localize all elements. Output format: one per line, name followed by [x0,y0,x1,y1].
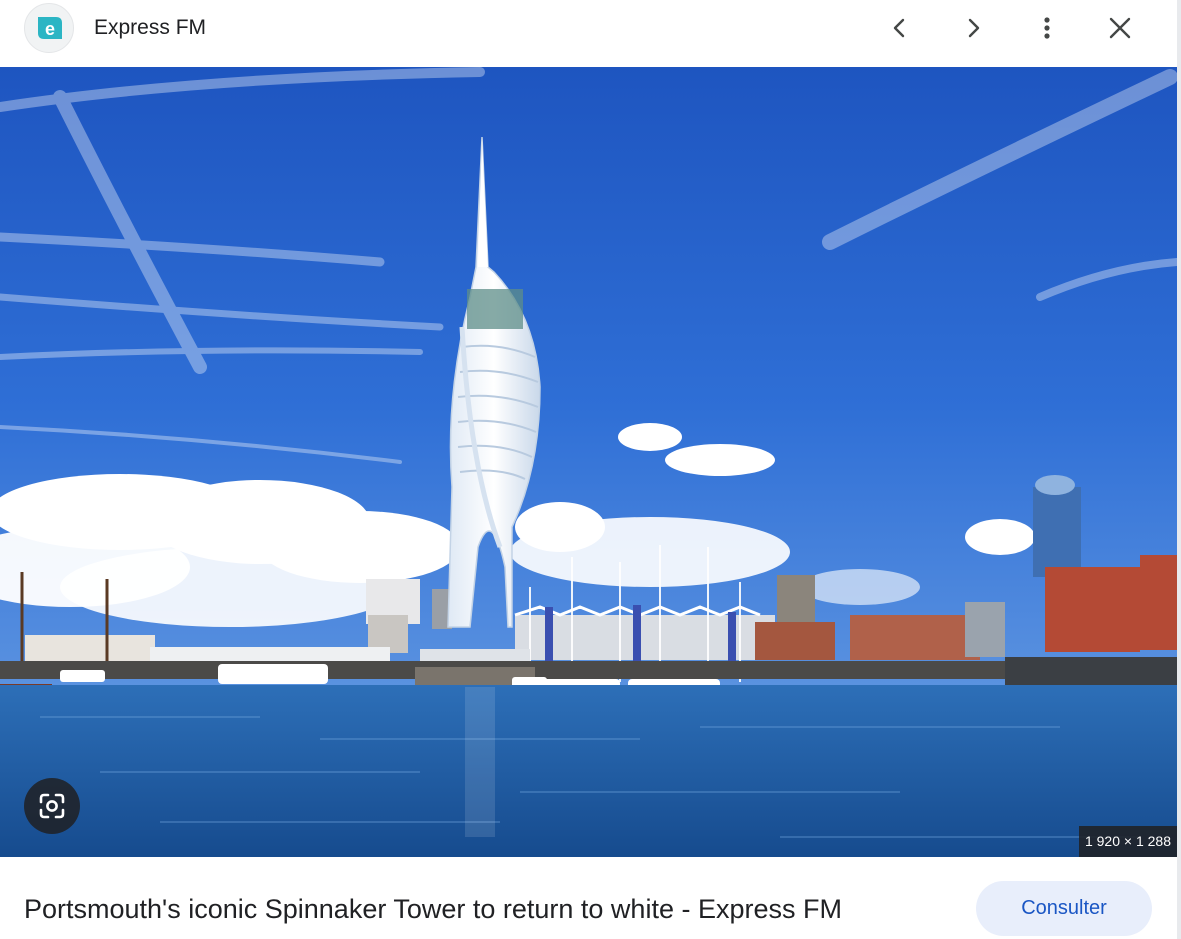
viewer-header: e Express FM [0,0,1177,67]
source-page-title[interactable]: Portsmouth's iconic Spinnaker Tower to r… [24,892,842,926]
next-button[interactable] [953,8,993,48]
chevron-right-icon [968,18,980,38]
logo-letter: e [45,19,55,39]
express-fm-logo-icon: e [38,17,62,39]
main-image[interactable]: 1 920 × 1 288 [0,67,1177,857]
previous-button[interactable] [880,8,920,48]
spinnaker-tower-photo [0,67,1177,857]
close-icon [1109,17,1131,39]
image-viewer-panel: e Express FM 1 920 × 1 288 Portsmouth's … [0,0,1181,939]
more-options-button[interactable] [1027,8,1067,48]
image-dimensions-badge: 1 920 × 1 288 [1078,826,1177,857]
google-lens-icon [39,793,65,819]
visit-button[interactable]: Consulter [976,881,1152,936]
viewer-footer: Portsmouth's iconic Spinnaker Tower to r… [0,857,1177,939]
close-button[interactable] [1100,8,1140,48]
site-name[interactable]: Express FM [94,15,206,41]
more-vert-icon [1044,17,1050,39]
express-fm-logo[interactable]: e [24,3,74,53]
chevron-left-icon [893,18,905,38]
panel-edge [1177,0,1181,939]
google-lens-button[interactable] [24,778,80,834]
